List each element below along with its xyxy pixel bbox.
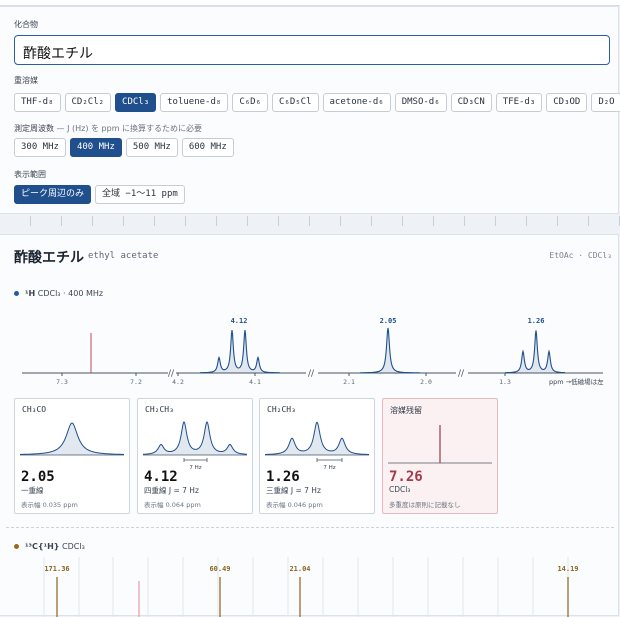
h1-peak-label: 4.12 (231, 317, 248, 325)
c13-dot (14, 544, 19, 549)
j-bar-label: 7 Hz (189, 465, 201, 471)
multiplet-card: CH₂CH₃ 4.12 四重線 J = 7 Hz 表示幅 0.064 ppm 7 Hz (137, 398, 253, 514)
multiplet-multiplicity: 三重線 J = 7 Hz (266, 486, 321, 495)
multiplet-display-width: 表示幅 0.046 ppm (266, 501, 323, 509)
input-panel: 化合物 酢酸エチル 重溶媒 THF-d₈ CD₂Cl₂ CDCl₃ toluene-d… (0, 6, 620, 214)
frequency-label: 測定周波数 — J (Hz) を ppm に換算するために必要 (14, 124, 203, 133)
multiplet-display-width: 表示幅 0.035 ppm (21, 501, 78, 509)
c13-spectrum: 171.36 60.49 21.04 14.19 (43, 557, 579, 617)
j-bar-label: 7 Hz (323, 465, 335, 471)
h1-peak-quartet (200, 330, 280, 374)
solvent-chip[interactable]: DMSO-d₆ (394, 93, 447, 112)
solvent-options: THF-d₈ CD₂Cl₂ CDCl₃ toluene-d₈ C₆D₆ C₆D₅Cl ace… (14, 93, 620, 112)
multiplet-card: 溶媒残留 7.26 CDCl₃ 多重度は原則に記載なし (382, 398, 498, 514)
multiplet-display-width: 多重度は原則に記載なし (389, 501, 461, 509)
frequency-options: 300 MHz 400 MHz 500 MHz 600 MHz (14, 138, 234, 157)
h1-spectrum: //////7.3 7.2 4.2 4.1 2.1 2.0 1.3 ppm →低磁場は左4.1… (22, 317, 604, 386)
h1-dot (14, 291, 19, 296)
solvent-chip[interactable]: CD₃CN (450, 93, 492, 112)
frequency-hint: — J (Hz) を ppm に換算するために必要 (56, 124, 203, 133)
c13-peak-label: 171.36 (44, 565, 69, 573)
multiplet-fill (20, 423, 124, 455)
h1-tick-label: 4.2 (172, 378, 184, 386)
multiplet-multiplicity: 四重線 J = 7 Hz (144, 486, 199, 495)
h1-peak-label: 1.26 (528, 317, 545, 325)
solvent-chip[interactable]: C₆D₆ (232, 93, 268, 112)
c13-heading: ¹³C{¹H} CDCl₃ (14, 542, 85, 551)
multiplet-plot: 7 Hz (265, 421, 369, 471)
axis-break: // (308, 369, 315, 379)
h1-heading: ¹H CDCl₃ · 400 MHz (14, 289, 103, 298)
axis-break: // (458, 369, 465, 379)
h1-tick-label: 7.2 (130, 378, 142, 386)
h1-tick-label: 1.3 (499, 378, 511, 386)
multiplet-multiplicity: CDCl₃ (389, 485, 411, 494)
multiplet-fill (265, 422, 369, 455)
frequency-chip[interactable]: 300 MHz (14, 138, 66, 157)
c13-peak-label: 14.19 (557, 565, 578, 573)
solvent-chip[interactable]: acetone-d₆ (322, 93, 391, 112)
solvent-chip[interactable]: TFE-d₃ (495, 93, 543, 112)
multiplet-plot: 7 Hz (143, 421, 248, 471)
h1-tick-label: 4.1 (249, 378, 261, 386)
range-chip[interactable]: ピーク周辺のみ (14, 185, 92, 204)
c13-peak-label: 21.04 (289, 565, 310, 573)
multiplet-plot (20, 422, 124, 456)
h1-tick-label: 2.1 (343, 378, 355, 386)
multiplet-card: CH₃CO 2.05 一重線 表示幅 0.035 ppm (14, 398, 130, 514)
divider-ruler (0, 216, 620, 226)
frequency-chip[interactable]: 600 MHz (181, 138, 234, 157)
multiplet-fill (143, 422, 247, 455)
solvent-label: 重溶媒 (14, 76, 38, 85)
multiplet-multiplicity: 一重線 (21, 486, 44, 495)
multiplet-card: CH₂CH₃ 1.26 三重線 J = 7 Hz 表示幅 0.046 ppm 7 Hz (259, 398, 375, 514)
h1-peak-label: 2.05 (380, 317, 397, 325)
h1-axis-note: ppm →低磁場は左 (549, 377, 604, 386)
h1-tick-label: 7.3 (56, 378, 68, 386)
solvent-chip[interactable]: CD₃OD (546, 93, 588, 112)
solvent-chip[interactable]: D₂O (591, 93, 620, 112)
h1-tick-label: 2.0 (420, 378, 432, 386)
section-divider (6, 527, 614, 528)
multiplet-display-width: 表示幅 0.064 ppm (144, 501, 201, 509)
range-chip[interactable]: 全域 −1〜11 ppm (95, 185, 185, 204)
compound-english-name: ethyl acetate (88, 251, 159, 261)
frequency-chip[interactable]: 400 MHz (69, 138, 122, 157)
range-label: 表示範囲 (14, 170, 46, 179)
compound-input[interactable]: 酢酸エチル (14, 35, 610, 65)
frequency-chip[interactable]: 500 MHz (125, 138, 178, 157)
multiplet-plot (388, 425, 492, 464)
compound-title: 酢酸エチル (14, 250, 84, 266)
result-panel: 酢酸エチル ethyl acetate EtOAc · CDCl₃ ¹H CDC… (0, 234, 619, 617)
solvent-chip[interactable]: toluene-d₈ (160, 93, 229, 112)
range-options: ピーク周辺のみ 全域 −1〜11 ppm (14, 185, 185, 204)
solvent-chip[interactable]: CDCl₃ (115, 93, 157, 112)
solvent-chip[interactable]: CD₂Cl₂ (64, 93, 112, 112)
solvent-chip[interactable]: THF-d₈ (14, 93, 61, 112)
solvent-chip[interactable]: C₆D₅Cl (272, 93, 319, 112)
compound-label: 化合物 (14, 20, 38, 29)
c13-peak-label: 60.49 (209, 565, 230, 573)
compound-abbr: EtOAc · CDCl₃ (549, 251, 612, 260)
